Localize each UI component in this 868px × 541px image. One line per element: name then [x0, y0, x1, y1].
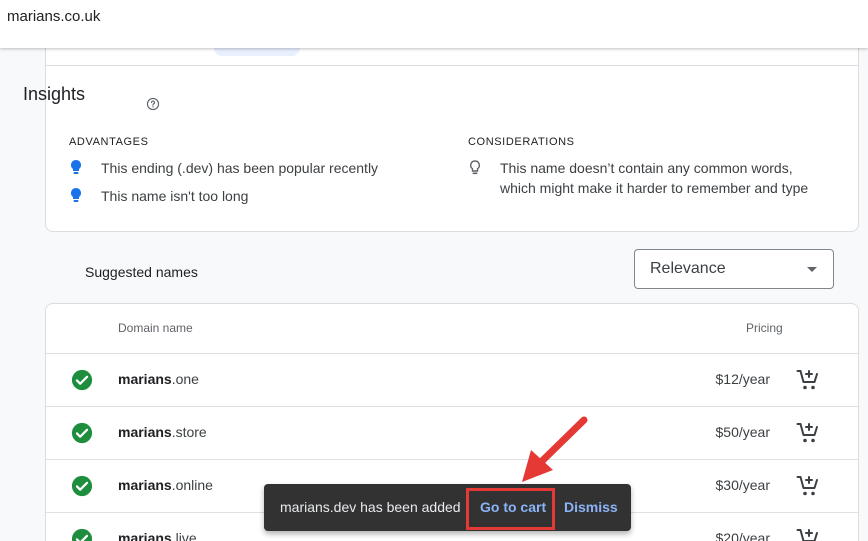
lightbulb-icon [71, 160, 81, 174]
domain-price: $50/year [715, 424, 770, 440]
consideration-text: This name doesn’t contain any common wor… [500, 160, 793, 176]
advantages-label: ADVANTAGES [69, 136, 149, 148]
lightbulb-outline-icon [470, 160, 480, 175]
column-header-domain: Domain name [118, 321, 193, 335]
add-to-cart-icon[interactable] [796, 527, 820, 541]
domain-price: $20/year [715, 530, 770, 541]
dropdown-caret-icon [807, 267, 817, 272]
considerations-label: CONSIDERATIONS [468, 136, 575, 148]
domain-price: $30/year [715, 477, 770, 493]
annotation-highlight-box [466, 488, 555, 530]
add-to-cart-icon[interactable] [796, 474, 820, 498]
advantage-text: This ending (.dev) has been popular rece… [101, 160, 379, 176]
domain-name: marians.one [118, 371, 199, 387]
add-to-cart-icon[interactable] [796, 368, 820, 392]
advantage-text: This name isn't too long [101, 188, 249, 204]
check-circle-icon [71, 422, 93, 444]
suggested-names-label: Suggested names [85, 264, 198, 280]
domain-name: marians.online [118, 477, 213, 493]
domain-name: marians.store [118, 424, 207, 440]
consideration-text: which might make it harder to remember a… [500, 180, 809, 196]
sort-dropdown-value: Relevance [650, 260, 726, 277]
table-row[interactable]: marians.one $12/year [46, 353, 858, 406]
column-header-pricing: Pricing [746, 321, 783, 335]
top-bar: marians.co.uk [0, 0, 868, 48]
sort-dropdown[interactable]: Relevance [634, 249, 834, 289]
insights-title: Insights [23, 84, 86, 104]
snackbar: marians.dev has been added Go to cart Di… [264, 484, 631, 531]
snackbar-message: marians.dev has been added [280, 499, 461, 515]
lightbulb-icon [71, 188, 81, 202]
domain-price: $12/year [715, 371, 770, 387]
check-circle-icon [71, 475, 93, 497]
domain-name: marians.live [118, 530, 197, 541]
check-circle-icon [71, 528, 93, 541]
dismiss-button[interactable]: Dismiss [564, 499, 618, 515]
check-circle-icon [71, 369, 93, 391]
site-name: marians.co.uk [7, 8, 101, 25]
add-to-cart-icon[interactable] [796, 421, 820, 445]
help-icon[interactable] [146, 97, 160, 111]
table-row[interactable]: marians.store $50/year [46, 406, 858, 459]
